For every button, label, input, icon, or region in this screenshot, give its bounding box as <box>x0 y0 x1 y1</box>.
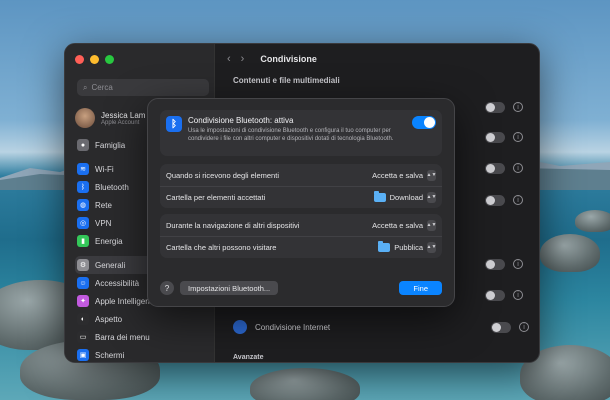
battery-icon: ▮ <box>77 235 89 247</box>
folder-icon <box>378 241 391 252</box>
rock <box>250 368 360 400</box>
receive-items-popup[interactable]: Accetta e salva ▲▼ <box>372 169 436 181</box>
toggle[interactable] <box>485 131 505 143</box>
chevron-updown-icon: ▲▼ <box>427 242 436 253</box>
accepted-folder-popup[interactable]: Download ▲▼ <box>373 191 436 203</box>
info-icon[interactable]: i <box>519 322 529 332</box>
info-icon[interactable]: i <box>513 290 523 300</box>
internet-sharing-toggle[interactable] <box>491 321 511 333</box>
folder-icon <box>373 191 386 202</box>
chevron-updown-icon: ▲▼ <box>427 219 436 231</box>
toolbar: ‹ › Condivisione <box>215 44 539 74</box>
appearance-icon: ◐ <box>77 313 89 325</box>
bluetooth-icon: ᛒ <box>77 181 89 193</box>
globe-icon: ◍ <box>77 199 89 211</box>
dialog-header: ᛒ Condivisione Bluetooth: attiva Usa le … <box>160 110 442 156</box>
dialog-title: Condivisione Bluetooth: attiva <box>188 116 294 125</box>
sidebar-item-schermi[interactable]: ▣ Schermi <box>75 346 208 362</box>
bluetooth-sharing-toggle[interactable] <box>412 116 436 129</box>
search-icon: ⌕ <box>83 82 88 92</box>
gear-icon: ⚙ <box>77 259 89 271</box>
page-title: Condivisione <box>260 54 317 64</box>
chevron-updown-icon: ▲▼ <box>427 192 436 203</box>
dialog-footer: ? Impostazioni Bluetooth... Fine <box>160 280 442 296</box>
close-button[interactable] <box>75 55 84 64</box>
browse-devices-popup[interactable]: Accetta e salva ▲▼ <box>372 219 436 231</box>
chevron-updown-icon: ▲▼ <box>427 169 436 181</box>
toggle[interactable] <box>485 101 505 113</box>
family-icon: ● <box>77 139 89 151</box>
bluetooth-icon: ᛒ <box>166 116 182 132</box>
info-icon[interactable]: i <box>513 163 523 173</box>
search-input[interactable]: ⌕ Cerca <box>77 79 209 96</box>
receive-items-row: Quando si ricevono degli elementi Accett… <box>166 169 437 181</box>
profile-subtitle: Apple Account <box>101 119 140 126</box>
info-icon[interactable]: i <box>513 102 523 112</box>
info-icon[interactable]: i <box>513 132 523 142</box>
browse-folder-popup[interactable]: Pubblica ▲▼ <box>378 241 436 253</box>
help-button[interactable]: ? <box>160 281 174 295</box>
profile-name: Jessica Lam <box>101 110 146 120</box>
avatar <box>75 108 95 128</box>
sidebar-item-aspetto[interactable]: ◐ Aspetto <box>75 310 208 328</box>
dialog-description: Usa le impostazioni di condivisione Blue… <box>188 128 394 142</box>
window-controls <box>75 55 114 64</box>
rock <box>575 210 610 232</box>
info-icon[interactable]: i <box>513 195 523 205</box>
vpn-icon: ◎ <box>77 217 89 229</box>
forward-icon[interactable]: › <box>241 53 245 65</box>
browse-folder-row: Cartella che altri possono visitare Pubb… <box>160 236 442 258</box>
intelligence-icon: ✦ <box>77 295 89 307</box>
done-button[interactable]: Fine <box>399 281 442 295</box>
toggle[interactable] <box>485 289 505 301</box>
receive-settings-group: Quando si ricevono degli elementi Accett… <box>160 164 442 208</box>
display-icon: ▣ <box>77 349 89 361</box>
section-header: Avanzate <box>233 354 264 361</box>
section-header: Contenuti e file multimediali <box>233 76 340 85</box>
internet-sharing-row: Condivisione Internet i <box>229 314 529 340</box>
rock <box>540 234 600 272</box>
toggle[interactable] <box>485 194 505 206</box>
minimize-button[interactable] <box>90 55 99 64</box>
menubar-icon: ▭ <box>77 331 89 343</box>
toggle[interactable] <box>485 162 505 174</box>
sidebar-item-barra-menu[interactable]: ▭ Barra dei menu <box>75 328 208 346</box>
toggle[interactable] <box>485 258 505 270</box>
browse-devices-row: Durante la navigazione di altri disposit… <box>166 219 437 231</box>
browse-settings-group: Durante la navigazione di altri disposit… <box>160 214 442 258</box>
zoom-button[interactable] <box>105 55 114 64</box>
globe-icon <box>233 320 247 334</box>
info-icon[interactable]: i <box>513 259 523 269</box>
wifi-icon: ≋ <box>77 163 89 175</box>
back-icon[interactable]: ‹ <box>227 53 231 65</box>
bluetooth-settings-button[interactable]: Impostazioni Bluetooth... <box>180 281 279 295</box>
bluetooth-sharing-dialog: ᛒ Condivisione Bluetooth: attiva Usa le … <box>147 98 455 307</box>
accessibility-icon: ☺ <box>77 277 89 289</box>
accepted-folder-row: Cartella per elementi accettati Download… <box>160 186 442 208</box>
